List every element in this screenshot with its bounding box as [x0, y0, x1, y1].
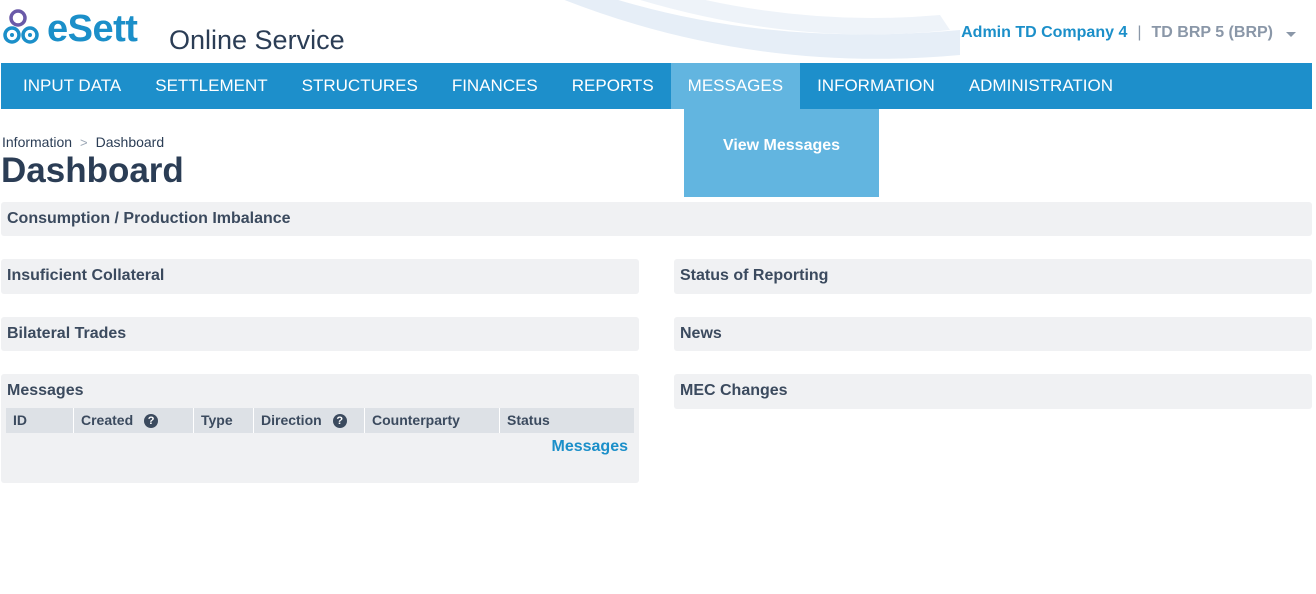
column-label: Counterparty	[372, 412, 460, 428]
nav-item-reports[interactable]: REPORTS	[555, 63, 671, 109]
panel-news: News	[674, 317, 1312, 351]
column-header-type[interactable]: Type	[194, 408, 254, 433]
messages-table-header: ID Created ? Type Direction ? Counterpar…	[6, 408, 634, 433]
panel-title[interactable]: Insuficient Collateral	[7, 267, 164, 285]
nav-item-information[interactable]: INFORMATION	[800, 63, 952, 109]
service-title: Online Service	[169, 25, 345, 55]
esett-logo-icon	[3, 9, 39, 44]
page-title: Dashboard	[1, 151, 184, 190]
column-header-direction[interactable]: Direction ?	[254, 408, 365, 433]
column-label: Type	[201, 412, 233, 428]
chevron-right-icon: >	[80, 134, 88, 150]
breadcrumb: Information > Dashboard	[2, 134, 164, 150]
user-menu[interactable]: Admin TD Company 4 | TD BRP 5 (BRP)	[961, 24, 1296, 42]
app-header: eSett Online Service Admin TD Company 4 …	[0, 0, 1316, 62]
column-header-created[interactable]: Created ?	[74, 408, 194, 433]
user-name[interactable]: Admin TD Company 4	[961, 24, 1127, 42]
panel-bilateral-trades: Bilateral Trades	[1, 317, 639, 351]
column-header-id[interactable]: ID	[6, 408, 74, 433]
panel-title[interactable]: Messages	[7, 382, 84, 400]
header-decoration	[564, 0, 960, 59]
panel-title[interactable]: Status of Reporting	[680, 267, 828, 285]
panel-title[interactable]: Consumption / Production Imbalance	[7, 210, 291, 228]
messages-link[interactable]: Messages	[552, 438, 629, 456]
chevron-down-icon[interactable]	[1286, 31, 1296, 37]
messages-dropdown-menu: View Messages	[684, 109, 879, 197]
column-header-status[interactable]: Status	[500, 408, 634, 433]
help-icon[interactable]: ?	[332, 413, 347, 428]
breadcrumb-dashboard: Dashboard	[95, 134, 165, 150]
nav-item-messages[interactable]: MESSAGES	[670, 63, 801, 109]
logo-text: eSett	[47, 8, 138, 50]
nav-item-administration[interactable]: ADMINISTRATION	[952, 63, 1130, 109]
column-label: ID	[13, 412, 27, 428]
column-header-counterparty[interactable]: Counterparty	[365, 408, 500, 433]
column-label: Created	[81, 412, 134, 428]
panel-consumption-production-imbalance: Consumption / Production Imbalance	[1, 202, 1312, 236]
user-separator: |	[1137, 24, 1142, 41]
esett-logo[interactable]: eSett	[2, 8, 138, 50]
panel-status-of-reporting: Status of Reporting	[674, 259, 1312, 294]
help-icon[interactable]: ?	[144, 413, 159, 428]
panel-title[interactable]: Bilateral Trades	[7, 325, 126, 343]
nav-item-settlement[interactable]: SETTLEMENT	[138, 63, 284, 109]
panel-insufficient-collateral: Insuficient Collateral	[1, 259, 639, 294]
panel-title[interactable]: News	[680, 325, 722, 343]
nav-item-finances[interactable]: FINANCES	[435, 63, 555, 109]
panel-title[interactable]: MEC Changes	[680, 382, 788, 400]
nav-item-structures[interactable]: STRUCTURES	[285, 63, 435, 109]
breadcrumb-information[interactable]: Information	[2, 134, 72, 150]
view-messages-menu-item[interactable]: View Messages	[684, 137, 879, 155]
panel-messages: Messages ID Created ? Type Direction ? C…	[1, 374, 639, 483]
panel-mec-changes: MEC Changes	[674, 374, 1312, 409]
column-label: Status	[507, 412, 550, 428]
user-role[interactable]: TD BRP 5 (BRP)	[1152, 24, 1274, 42]
nav-item-input-data[interactable]: INPUT DATA	[1, 63, 138, 109]
column-label: Direction	[261, 412, 322, 428]
main-nav: INPUT DATA SETTLEMENT STRUCTURES FINANCE…	[1, 63, 1312, 109]
